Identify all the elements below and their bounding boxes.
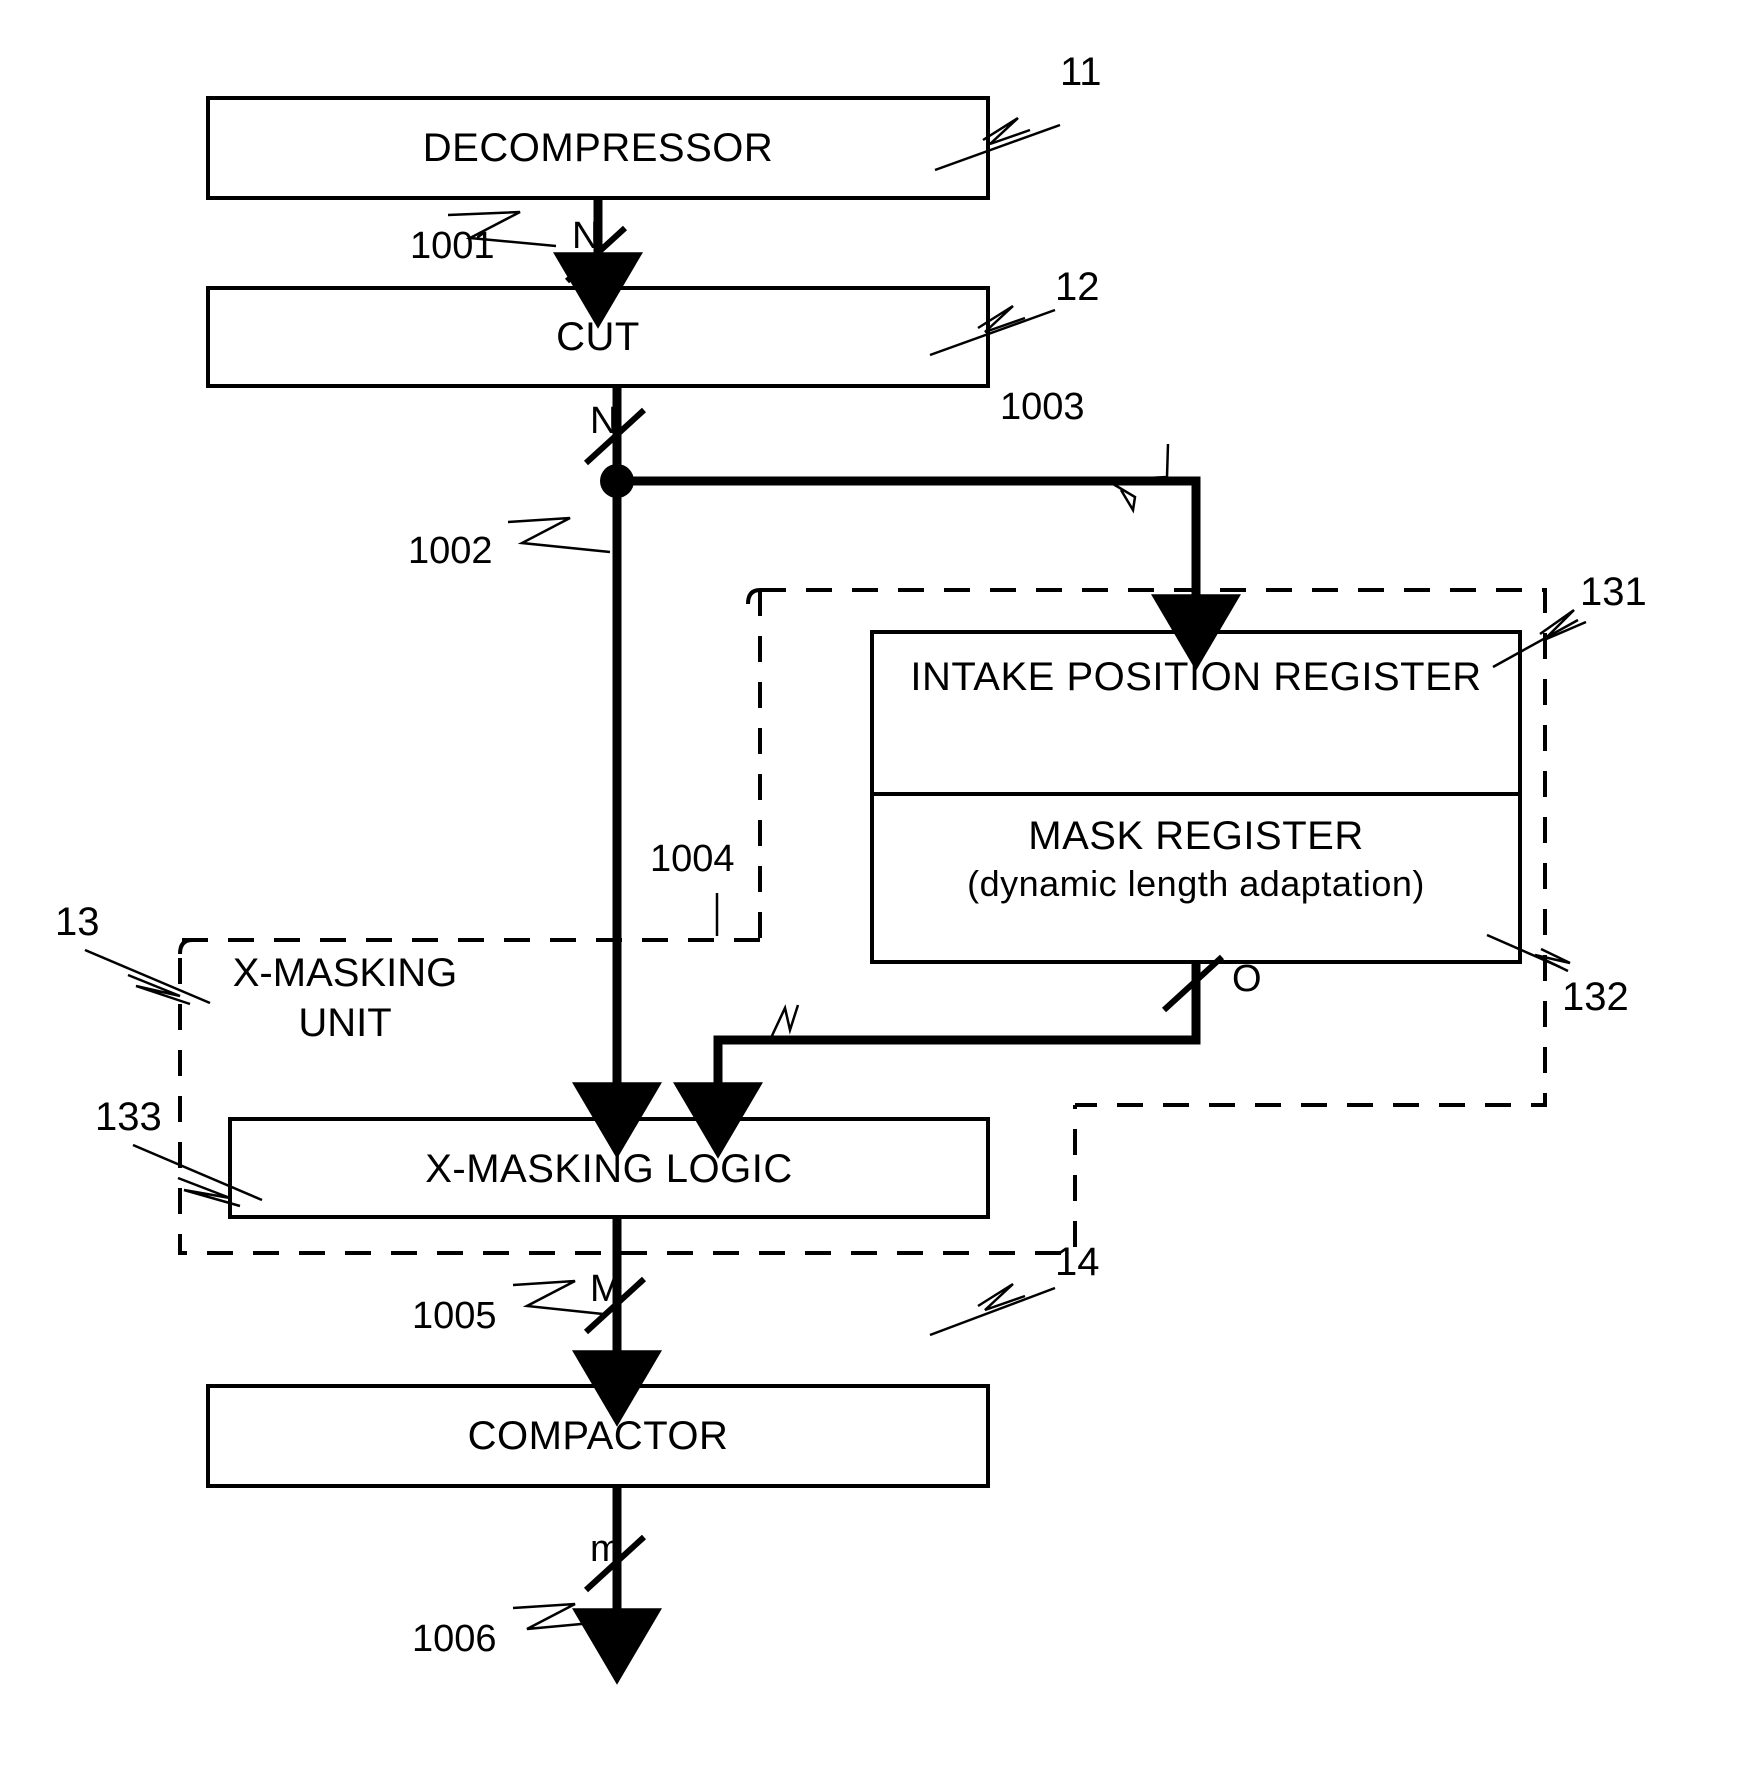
leader-line-1002 xyxy=(507,516,611,554)
x-masking-unit-label-line2: UNIT xyxy=(298,1001,392,1045)
decompressor-label: DECOMPRESSOR xyxy=(422,126,774,170)
leader-line-14 xyxy=(929,1282,1056,1337)
bus-width-decompressor-out: N xyxy=(572,215,600,257)
bus-width-masking-logic-out: M xyxy=(590,1268,622,1310)
compactor-label: COMPACTOR xyxy=(467,1414,729,1458)
signal-ref-1004: 1004 xyxy=(650,838,735,880)
ref-numeral-11: 11 xyxy=(1060,50,1102,94)
ref-numeral-131: 131 xyxy=(1580,570,1647,614)
signal-ref-1003: 1003 xyxy=(1000,386,1085,428)
intake-position-register-label: INTAKE POSITION REGISTER xyxy=(910,655,1482,699)
bus-width-mask-register-out: O xyxy=(1232,958,1262,1000)
ref-numeral-132: 132 xyxy=(1562,975,1629,1019)
signal-1003-line xyxy=(617,476,1241,671)
leader-line-1004 xyxy=(715,893,800,1041)
ref-numeral-13: 13 xyxy=(55,900,100,944)
ref-numeral-133: 133 xyxy=(95,1095,162,1139)
ref-numeral-14: 14 xyxy=(1055,1240,1100,1284)
bus-width-compactor-out: m xyxy=(590,1528,622,1570)
signal-ref-1005: 1005 xyxy=(412,1295,497,1337)
cut-label: CUT xyxy=(556,315,640,359)
signal-ref-1002: 1002 xyxy=(408,530,493,572)
signal-ref-1006: 1006 xyxy=(412,1618,497,1660)
leader-line-1006 xyxy=(512,1602,604,1631)
signal-ref-1001: 1001 xyxy=(410,225,495,267)
mask-register-label-line2: (dynamic length adaptation) xyxy=(967,863,1425,904)
mask-register-label-line1: MASK REGISTER xyxy=(1028,814,1364,858)
ref-numeral-12: 12 xyxy=(1055,265,1100,309)
x-masking-unit-label-line1: X-MASKING xyxy=(232,951,458,995)
x-masking-logic-label: X-MASKING LOGIC xyxy=(425,1147,793,1191)
bus-width-cut-out: N xyxy=(590,400,618,442)
figure-canvas: DECOMPRESSOR CUT INTAKE POSITION REGISTE… xyxy=(0,0,1750,1772)
